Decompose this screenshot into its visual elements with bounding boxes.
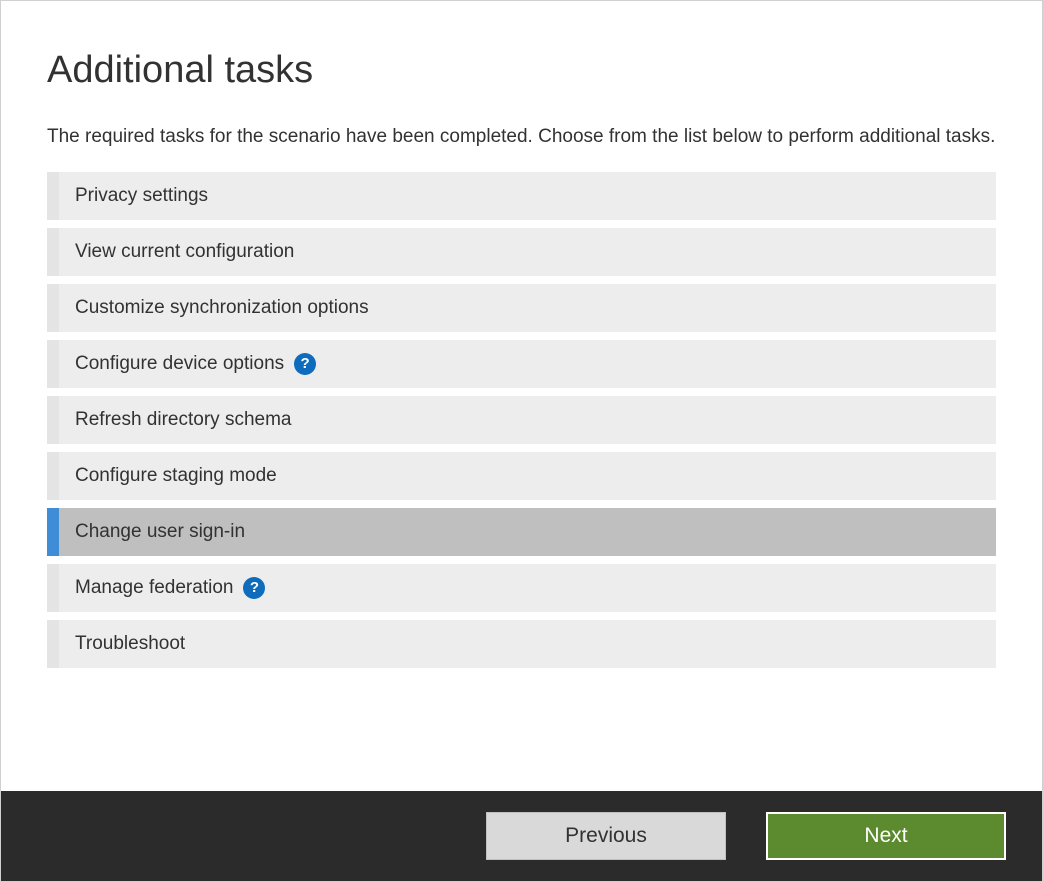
task-list: Privacy settings View current configurati…	[47, 172, 996, 668]
task-accent	[47, 620, 59, 668]
task-accent	[47, 172, 59, 220]
task-accent	[47, 396, 59, 444]
task-accent	[47, 228, 59, 276]
task-item[interactable]: Change user sign-in	[47, 508, 996, 556]
wizard-footer: Previous Next	[1, 791, 1042, 881]
task-accent	[47, 284, 59, 332]
task-label: Configure device options	[59, 353, 284, 375]
next-button[interactable]: Next	[766, 812, 1006, 860]
task-item[interactable]: Manage federation?	[47, 564, 996, 612]
task-item[interactable]: Customize synchronization options	[47, 284, 996, 332]
wizard-content: Additional tasks The required tasks for …	[1, 1, 1042, 668]
task-item[interactable]: View current configuration	[47, 228, 996, 276]
task-label: Troubleshoot	[59, 633, 185, 655]
task-item[interactable]: Troubleshoot	[47, 620, 996, 668]
task-item[interactable]: Privacy settings	[47, 172, 996, 220]
task-item[interactable]: Configure device options?	[47, 340, 996, 388]
task-label: Privacy settings	[59, 185, 208, 207]
page-title: Additional tasks	[47, 49, 996, 92]
task-label: Change user sign-in	[59, 521, 245, 543]
page-description: The required tasks for the scenario have…	[47, 124, 996, 150]
task-accent	[47, 340, 59, 388]
task-accent	[47, 452, 59, 500]
task-item[interactable]: Refresh directory schema	[47, 396, 996, 444]
task-label: View current configuration	[59, 241, 294, 263]
task-label: Customize synchronization options	[59, 297, 369, 319]
help-icon[interactable]: ?	[243, 577, 265, 599]
task-item[interactable]: Configure staging mode	[47, 452, 996, 500]
task-accent	[47, 508, 59, 556]
help-icon[interactable]: ?	[294, 353, 316, 375]
task-label: Refresh directory schema	[59, 409, 291, 431]
task-label: Configure staging mode	[59, 465, 277, 487]
task-label: Manage federation	[59, 577, 233, 599]
previous-button[interactable]: Previous	[486, 812, 726, 860]
task-accent	[47, 564, 59, 612]
